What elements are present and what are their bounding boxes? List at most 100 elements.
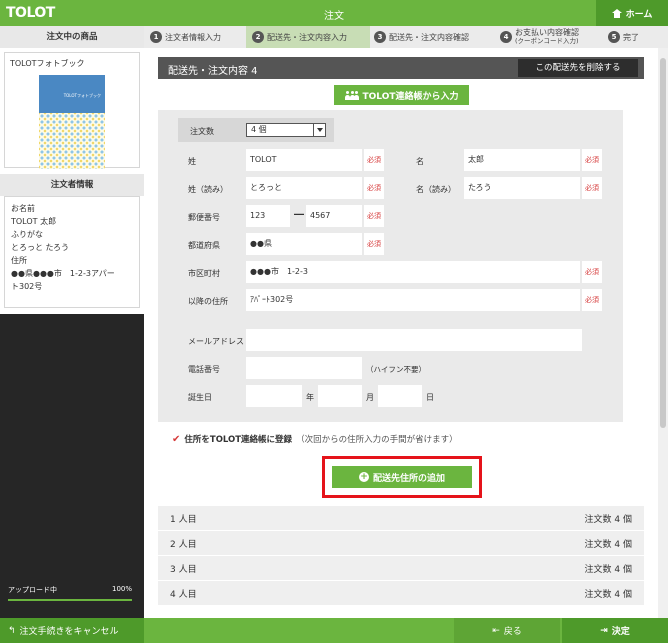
prefecture-field[interactable]: ●●県 <box>246 233 362 255</box>
orderer-address-label: 住所 <box>11 256 27 265</box>
step-1: 1 注文者情報入力 <box>150 26 221 48</box>
email-label: メールアドレス <box>188 337 244 346</box>
address-rest-field[interactable]: ｱﾊﾟｰﾄ302号 <box>246 289 580 311</box>
product-thumbnail: TOLOTフォトブック <box>39 75 105 169</box>
step-3: 3 配送先・注文内容確認 <box>374 26 469 48</box>
step-5: 5 完了 <box>608 26 639 48</box>
section-title: 配送先・注文内容 4 <box>168 66 258 77</box>
birthday-label: 誕生日 <box>188 393 212 402</box>
register-label: 住所をTOLOT連絡帳に登録 <box>184 435 293 445</box>
upload-panel: アップロード中 100% <box>0 314 144 618</box>
postal-label: 郵便番号 <box>188 213 220 222</box>
birth-month-unit: 月 <box>366 393 374 402</box>
step-label: 注文者情報入力 <box>165 32 221 42</box>
cancel-label: 注文手続きをキャンセル <box>19 627 119 637</box>
step-label: お支払い内容確認 (クーポンコード入力) <box>515 28 579 46</box>
recipient-qty: 注文数 4 個 <box>584 565 632 575</box>
home-button[interactable]: ホーム <box>596 0 668 26</box>
step-label: 配送先・注文内容確認 <box>389 32 469 42</box>
orderer-info: お名前 TOLOT 太郎 ふりがな とろっと たろう 住所 ●●県●●●市 1-… <box>4 196 140 308</box>
cover-band: TOLOTフォトブック <box>39 75 105 113</box>
required-tag: 必須 <box>582 261 602 283</box>
required-tag: 必須 <box>364 233 384 255</box>
upload-label: アップロード中 <box>8 586 57 594</box>
home-icon <box>611 8 622 18</box>
postal-field-1[interactable]: 123 <box>246 205 290 227</box>
recipient-qty: 注文数 4 個 <box>584 540 632 550</box>
postal-field-2[interactable]: 4567 <box>306 205 362 227</box>
upload-percent: 100% <box>111 585 132 593</box>
scrollbar[interactable] <box>658 48 668 618</box>
orderer-heading: 注文者情報 <box>0 174 144 196</box>
step-number: 3 <box>374 31 386 43</box>
back-arrow-icon: ⇤ <box>492 625 500 636</box>
recipient-qty: 注文数 4 個 <box>584 515 632 525</box>
last-name-field[interactable]: TOLOT <box>246 149 362 171</box>
register-contact-checkbox[interactable]: ✔ 住所をTOLOT連絡帳に登録 （次回からの住所入力の手間が省けます） <box>172 433 458 446</box>
top-bar: TOLOT 注文 ホーム <box>0 0 668 26</box>
highlight-box: + 配送先住所の追加 <box>322 456 482 498</box>
main-content: 配送先・注文内容 4 この配送先を削除する TOLOT連絡帳から入力 注文数 4… <box>144 48 668 618</box>
back-button[interactable]: ⇤ 戻る <box>454 618 560 643</box>
step-number: 1 <box>150 31 162 43</box>
cover-pattern <box>39 113 105 169</box>
birth-year-field[interactable] <box>246 385 302 407</box>
first-name-field[interactable]: 太郎 <box>464 149 580 171</box>
back-label: 戻る <box>503 627 522 637</box>
checkmark-icon: ✔ <box>172 433 181 445</box>
people-icon <box>344 90 359 100</box>
recipient-row[interactable]: 1 人目 注文数 4 個 <box>158 506 644 530</box>
step-number: 4 <box>500 31 512 43</box>
birth-day-field[interactable] <box>378 385 422 407</box>
address-rest-label: 以降の住所 <box>188 297 228 306</box>
orderer-kana-label: ふりがな <box>11 230 43 239</box>
first-name-label: 名 <box>416 157 424 166</box>
contact-book-button[interactable]: TOLOT連絡帳から入力 <box>334 85 469 105</box>
phone-field[interactable] <box>246 357 362 379</box>
orderer-name-label: お名前 <box>11 204 35 213</box>
email-field[interactable] <box>246 329 582 351</box>
step-4: 4 お支払い内容確認 (クーポンコード入力) <box>500 26 579 48</box>
prefecture-label: 都道府県 <box>188 241 220 250</box>
forward-arrow-icon: ⇥ <box>600 625 608 636</box>
birth-month-field[interactable] <box>318 385 362 407</box>
orderer-name-value: TOLOT 太郎 <box>11 217 57 226</box>
quantity-select[interactable]: 4 個 <box>246 123 326 137</box>
required-tag: 必須 <box>582 177 602 199</box>
confirm-button[interactable]: ⇥ 決定 <box>562 618 668 643</box>
delete-destination-button[interactable]: この配送先を削除する <box>518 59 638 77</box>
upload-progress-bar <box>8 599 132 601</box>
bottom-bar: ↰ 注文手続きをキャンセル ⇤ 戻る ⇥ 決定 <box>0 618 668 643</box>
step-label: 配送先・注文内容入力 <box>267 32 347 42</box>
recipient-qty: 注文数 4 個 <box>584 590 632 600</box>
register-note: （次回からの住所入力の手間が省けます） <box>296 435 458 445</box>
confirm-label: 決定 <box>611 627 630 637</box>
step-2: 2 配送先・注文内容入力 <box>246 26 370 48</box>
required-tag: 必須 <box>364 177 384 199</box>
last-kana-field[interactable]: とろっと <box>246 177 362 199</box>
orderer-address-line1: ●●県●●●市 1-2-3アパー <box>11 269 115 278</box>
add-destination-button[interactable]: + 配送先住所の追加 <box>332 466 472 488</box>
recipient-row[interactable]: 4 人目 注文数 4 個 <box>158 581 644 605</box>
recipient-row[interactable]: 2 人目 注文数 4 個 <box>158 531 644 555</box>
product-heading: 注文中の商品 <box>0 26 144 48</box>
city-label: 市区町村 <box>188 269 220 278</box>
required-tag: 必須 <box>364 149 384 171</box>
required-tag: 必須 <box>364 205 384 227</box>
undo-arrow-icon: ↰ <box>8 625 16 636</box>
plus-icon: + <box>358 472 369 482</box>
scrollbar-thumb[interactable] <box>660 58 666 428</box>
birth-year-unit: 年 <box>306 393 314 402</box>
cancel-order-button[interactable]: ↰ 注文手続きをキャンセル <box>0 618 144 643</box>
quantity-row: 注文数 4 個 <box>178 118 334 142</box>
step-number: 2 <box>252 31 264 43</box>
city-field[interactable]: ●●●市 1-2-3 <box>246 261 580 283</box>
recipient-label: 2 人目 <box>170 540 197 550</box>
first-kana-field[interactable]: たろう <box>464 177 580 199</box>
recipient-row[interactable]: 3 人目 注文数 4 個 <box>158 556 644 580</box>
first-kana-label: 名（読み） <box>416 185 456 194</box>
section-header: 配送先・注文内容 4 この配送先を削除する <box>158 57 644 79</box>
step-sublabel: (クーポンコード入力) <box>515 37 579 45</box>
required-tag: 必須 <box>582 149 602 171</box>
quantity-label: 注文数 <box>190 127 214 136</box>
